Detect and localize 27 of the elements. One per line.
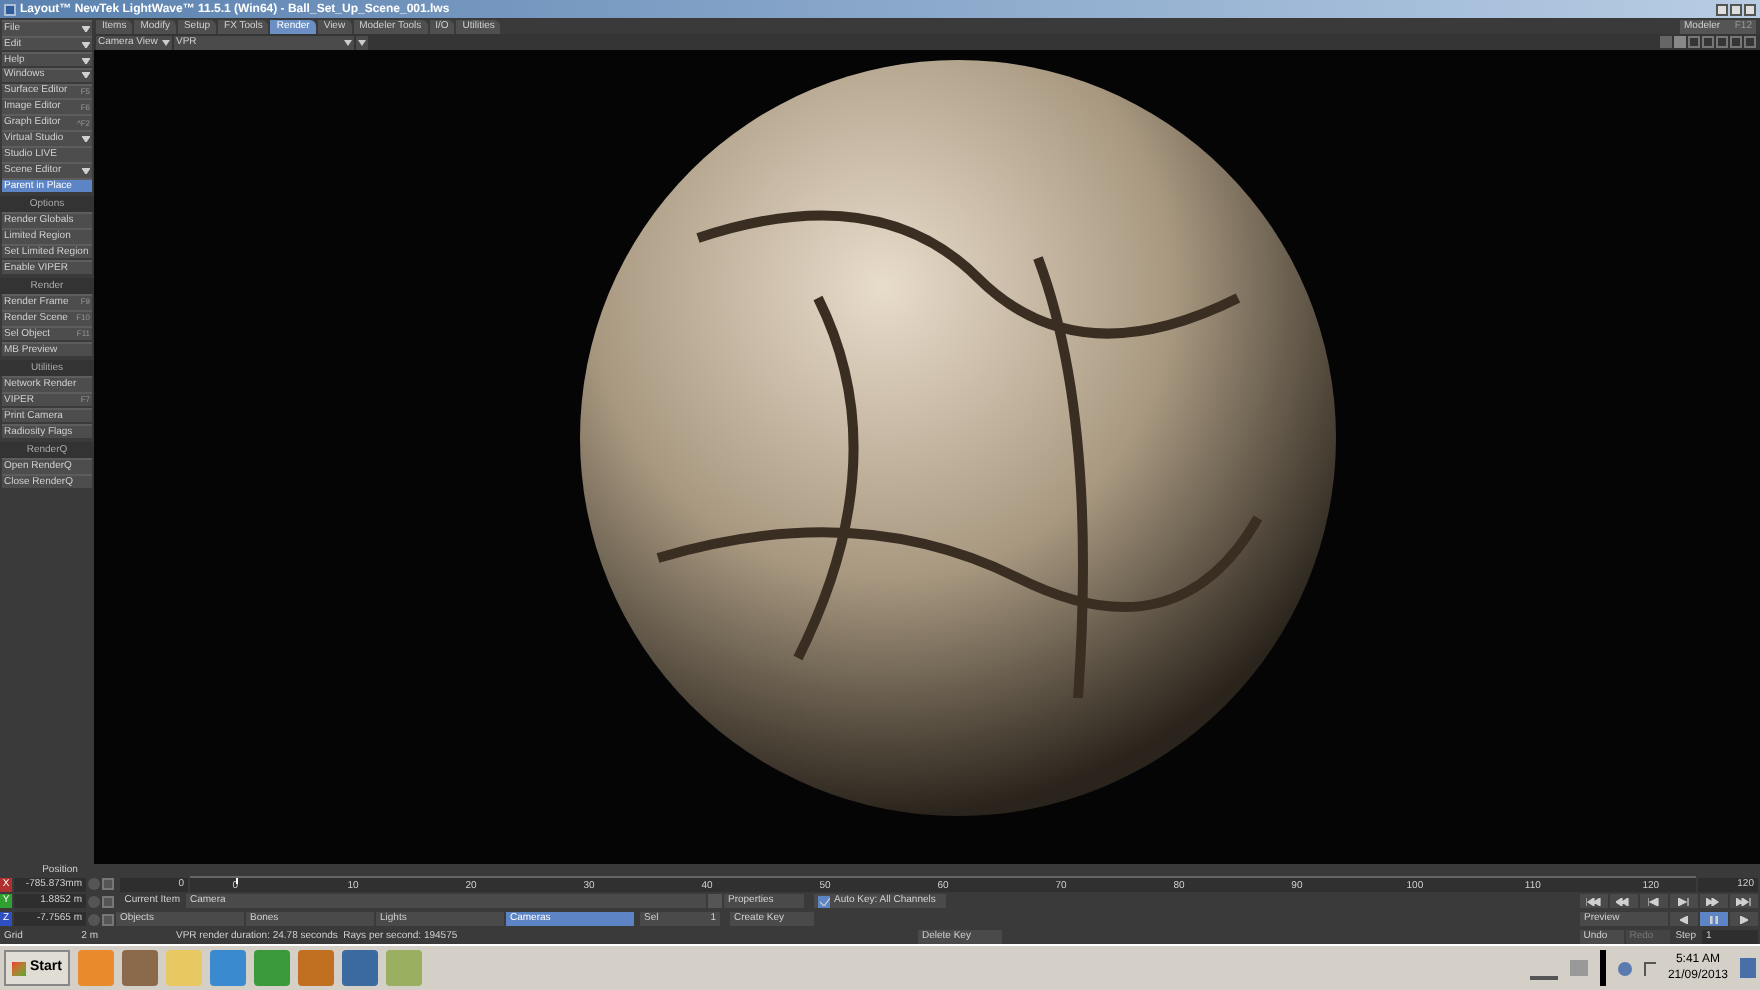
auto-key-checkbox[interactable] <box>818 895 830 907</box>
transport-button[interactable] <box>1700 894 1728 908</box>
fast-forward-icon <box>1706 897 1722 905</box>
skip-to-end-icon <box>1736 897 1752 905</box>
transport-button[interactable] <box>1670 894 1698 908</box>
caret-icon <box>162 39 170 45</box>
playback-button[interactable] <box>1730 912 1758 926</box>
caret-icon <box>344 39 352 45</box>
pause-icon <box>1710 915 1718 923</box>
step-back-icon <box>1648 897 1660 905</box>
options-dropdown[interactable] <box>356 35 368 49</box>
play-reverse-icon <box>1680 915 1688 923</box>
minimize-button[interactable] <box>1716 3 1728 15</box>
check-icon <box>819 897 829 905</box>
transport-button[interactable] <box>1610 894 1638 908</box>
transport-button[interactable] <box>1580 894 1608 908</box>
transport-button[interactable] <box>1640 894 1668 908</box>
close-button[interactable] <box>1744 3 1756 15</box>
step-forward-icon <box>1678 897 1690 905</box>
skip-to-start-icon <box>1586 897 1602 905</box>
playback-button[interactable] <box>1670 912 1698 926</box>
playback-button[interactable] <box>1700 912 1728 926</box>
maximize-button[interactable] <box>1730 3 1742 15</box>
rewind-icon <box>1616 897 1632 905</box>
play-icon <box>1740 915 1748 923</box>
transport-button[interactable] <box>1730 894 1758 908</box>
caret-icon <box>82 135 90 142</box>
